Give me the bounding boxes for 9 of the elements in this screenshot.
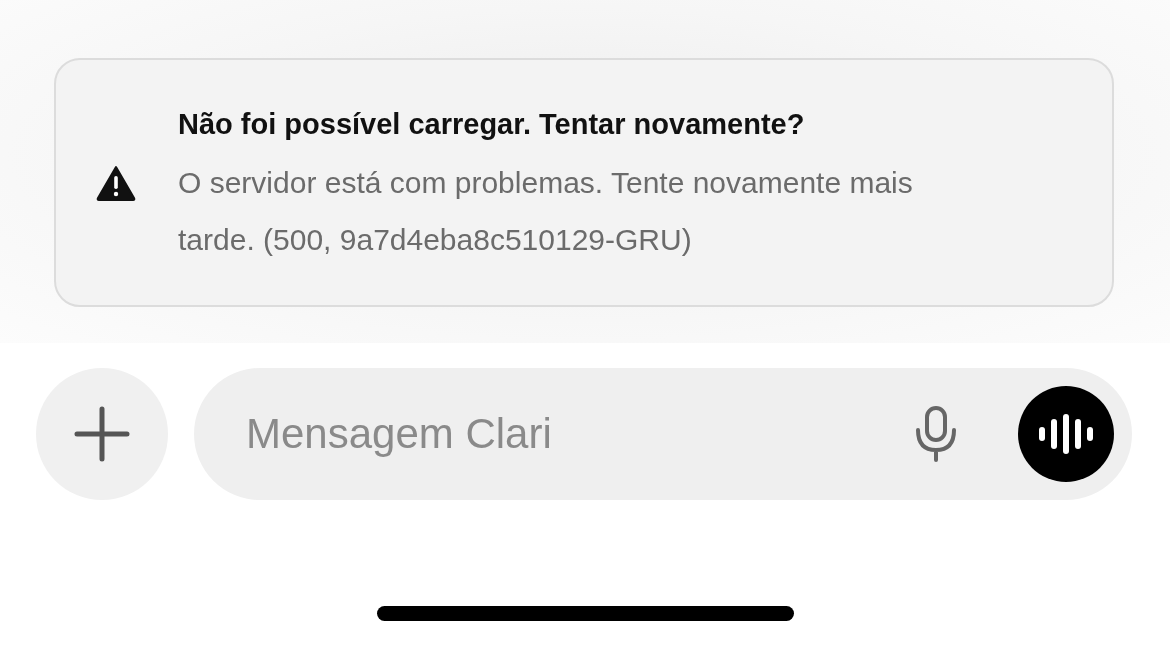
microphone-icon[interactable] [914,406,958,462]
warning-icon [96,164,136,201]
error-message: O servidor está com problemas. Tente novamente mais tarde. (500, 9a7d4eba8c510129-GRU) [178,164,914,258]
error-banner[interactable]: Não foi possível carregar. Tentar novamente? O servidor está com problemas. Tente novamente mais tarde. (500, 9a7d4eba8c510129-GRU) [54,58,1114,307]
waveform-icon [1038,414,1094,454]
message-field[interactable]: Mensagem Clari [194,368,1132,500]
plus-icon [72,404,132,464]
message-input[interactable]: Mensagem Clari [244,409,914,459]
error-title: Não foi possível carregar. Tentar novamente? [178,106,806,142]
